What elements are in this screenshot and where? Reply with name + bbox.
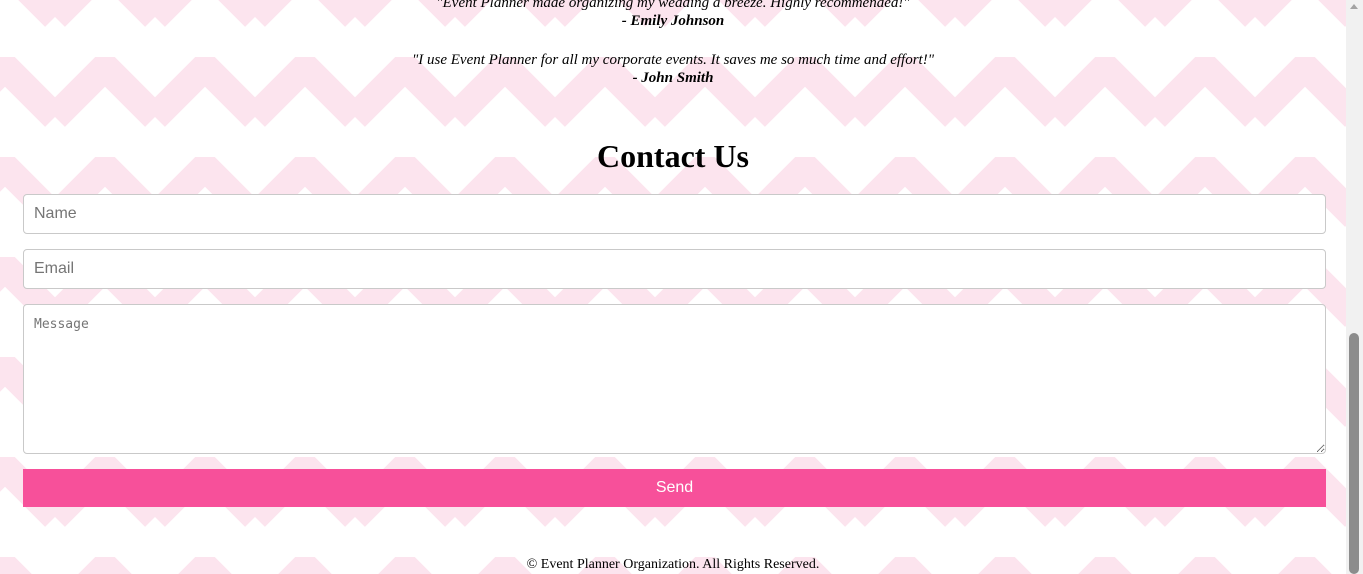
send-button[interactable]: Send [23,469,1326,507]
scroll-up-arrow-icon[interactable] [1350,4,1358,9]
testimonial: "Event Planner made organizing my weddin… [0,0,1346,30]
footer-copyright: © Event Planner Organization. All Rights… [526,557,820,572]
page-content: "Event Planner made organizing my weddin… [0,0,1346,574]
scrollbar-thumb[interactable] [1349,333,1359,574]
email-field[interactable] [23,249,1326,289]
testimonial: "I use Event Planner for all my corporat… [0,51,1346,87]
message-field[interactable] [23,304,1326,454]
testimonial-quote: "Event Planner made organizing my weddin… [436,0,910,11]
testimonial-author: - Emily Johnson [621,13,725,29]
testimonial-author: - John Smith [632,70,714,86]
testimonial-quote: "I use Event Planner for all my corporat… [411,52,935,68]
name-field[interactable] [23,194,1326,234]
contact-title: Contact Us [597,138,749,174]
